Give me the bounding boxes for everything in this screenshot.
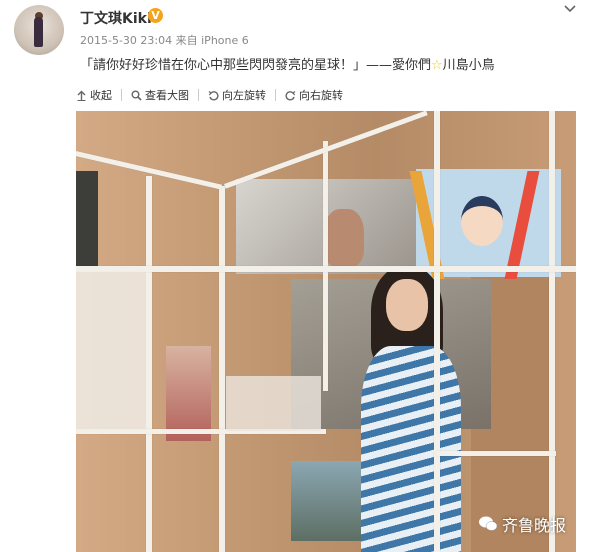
view-large-label: 查看大图 — [145, 89, 189, 102]
frame-pole — [549, 111, 555, 552]
image-toolbar: 收起 查看大图 向左旋转 向右旋转 — [76, 85, 576, 105]
toolbar-divider — [198, 89, 199, 101]
arrow-up-icon — [77, 90, 86, 101]
verified-badge-icon: V — [148, 8, 163, 23]
chevron-down-icon[interactable] — [563, 2, 577, 16]
photo-print — [291, 461, 361, 541]
frame-beam — [76, 266, 576, 272]
person-dress — [361, 346, 461, 552]
post-text: 「請你好好珍惜在你心中那些閃閃發亮的星球！」——愛你們☆川島小鳥 — [80, 54, 495, 73]
photo-print — [76, 171, 98, 266]
wall-panel-white — [226, 376, 321, 431]
rotate-left-button[interactable]: 向左旋转 — [208, 87, 266, 103]
toolbar-divider — [275, 89, 276, 101]
wechat-icon — [479, 516, 498, 531]
frame-pole — [146, 176, 152, 552]
post-meta: 2015-5-30 23:04 来自 iPhone 6 — [80, 32, 249, 48]
frame-pole — [219, 186, 225, 552]
star-icon: ☆ — [431, 58, 443, 73]
watermark-text: 齐鲁晚报 — [502, 516, 567, 535]
avatar[interactable] — [14, 5, 64, 55]
illustration-figure — [461, 196, 503, 246]
rotate-right-button[interactable]: 向右旋转 — [285, 87, 343, 103]
frame-pole — [434, 111, 440, 552]
rotate-left-label: 向左旋转 — [222, 89, 266, 102]
post-photo[interactable] — [76, 111, 576, 552]
post-source[interactable]: iPhone 6 — [201, 34, 249, 47]
collapse-button[interactable]: 收起 — [76, 87, 112, 103]
rotate-right-icon — [285, 90, 296, 101]
frame-beam — [436, 451, 556, 456]
collapse-label: 收起 — [90, 89, 112, 102]
person-face — [386, 279, 428, 331]
post-header: 丁文琪Kiki V 2015-5-30 23:04 来自 iPhone 6 「請… — [0, 0, 595, 80]
magnifier-icon — [131, 90, 142, 101]
post-timestamp[interactable]: 2015-5-30 23:04 — [80, 34, 172, 47]
toolbar-divider — [121, 89, 122, 101]
source-prefix: 来自 — [175, 34, 198, 47]
post-text-author: 川島小鳥 — [442, 58, 495, 73]
rotate-right-label: 向右旋转 — [299, 89, 343, 102]
post-text-main: 「請你好好珍惜在你心中那些閃閃發亮的星球！」——愛你們 — [80, 58, 432, 73]
photo-print — [166, 346, 211, 441]
avatar-figure-body — [34, 17, 43, 47]
wall-panel-white — [76, 271, 146, 431]
rotate-left-icon — [208, 90, 219, 101]
username[interactable]: 丁文琪Kiki — [80, 8, 152, 28]
source-watermark: 齐鲁晚报 — [478, 512, 566, 536]
photo-print-face — [324, 209, 364, 267]
view-large-button[interactable]: 查看大图 — [131, 87, 189, 103]
